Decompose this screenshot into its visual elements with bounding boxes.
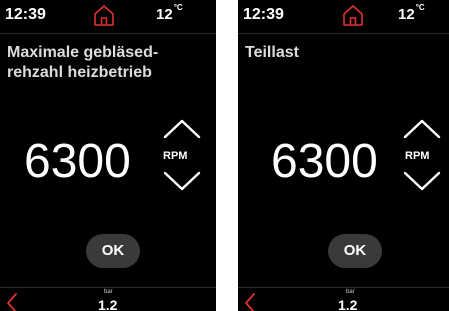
- pressure-value: 1.2: [98, 297, 118, 311]
- ok-button[interactable]: OK: [328, 234, 382, 268]
- divider: [238, 33, 449, 34]
- chevron-up-icon[interactable]: [402, 116, 442, 140]
- divider: [0, 33, 216, 34]
- home-icon[interactable]: [92, 3, 116, 27]
- status-bar: 12:39 12°C: [0, 0, 216, 28]
- parameter-title: Maximale gebläsed-rehzahl heizbetrieb: [7, 44, 159, 81]
- status-bar: 12:39 12°C: [238, 0, 449, 28]
- outdoor-temperature: 12°C: [156, 3, 183, 23]
- parameter-value: 6300: [24, 135, 131, 188]
- unit-label: RPM: [163, 150, 188, 162]
- back-icon[interactable]: [6, 293, 18, 311]
- parameter-title: Teillast: [245, 44, 299, 61]
- divider: [0, 287, 216, 288]
- back-icon[interactable]: [244, 293, 256, 311]
- home-icon[interactable]: [341, 3, 365, 27]
- clock: 12:39: [5, 6, 46, 23]
- chevron-down-icon[interactable]: [402, 170, 442, 194]
- pressure-value: 1.2: [338, 297, 358, 311]
- chevron-up-icon[interactable]: [162, 116, 202, 140]
- ok-button[interactable]: OK: [86, 234, 140, 268]
- outdoor-temperature: 12°C: [398, 3, 425, 23]
- device-screen-right: 12:39 12°C Teillast 6300 RPM OK bar 1.2: [238, 0, 449, 311]
- divider: [238, 287, 449, 288]
- unit-label: RPM: [405, 150, 430, 162]
- clock: 12:39: [243, 6, 284, 23]
- pressure-unit: bar: [104, 289, 113, 295]
- temperature-unit: °C: [415, 3, 425, 12]
- chevron-down-icon[interactable]: [162, 170, 202, 194]
- device-screen-left: 12:39 12°C Maximale gebläsed-rehzahl hei…: [0, 0, 216, 311]
- parameter-value: 6300: [271, 135, 378, 188]
- temperature-unit: °C: [173, 3, 183, 12]
- pressure-unit: bar: [346, 289, 355, 295]
